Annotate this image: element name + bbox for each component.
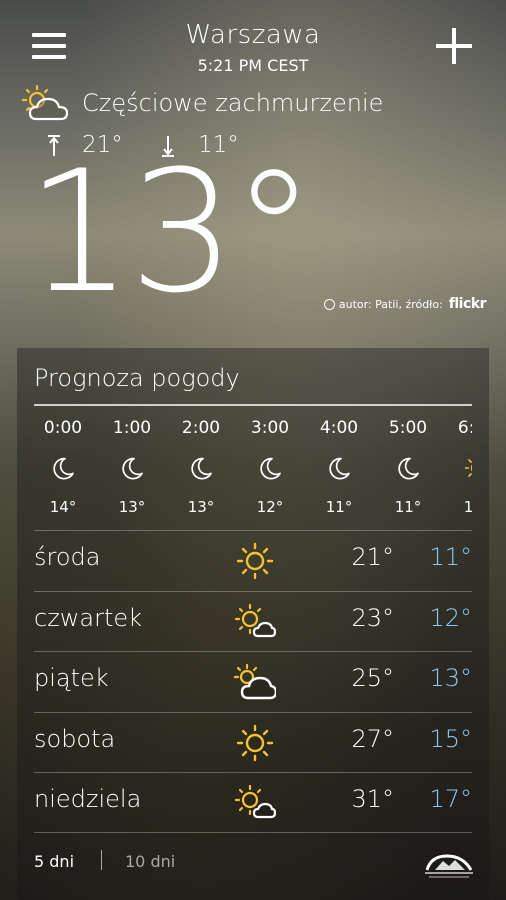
day-name: piątek — [34, 664, 109, 692]
photo-credit[interactable]: autor: Patii, źródło: flickr — [323, 296, 487, 312]
divider — [34, 404, 472, 406]
day-low-temp: 13° — [429, 664, 472, 692]
day-low-temp: 11° — [429, 543, 472, 571]
hourly-forecast-strip[interactable]: 0:00 14° 1:00 13° 2:00 13° 3:00 12° 4:00 11° 5:00 1… — [34, 410, 472, 528]
partly-cloudy-icon — [234, 784, 276, 819]
photo-credit-text: autor: Patii, źródło: — [338, 297, 443, 311]
city-name[interactable]: Warszawa — [0, 20, 506, 50]
sun-icon — [236, 542, 274, 580]
hour-label: 3:00 — [250, 418, 290, 438]
day-name: niedziela — [34, 785, 142, 813]
hour-label: 0:00 — [43, 418, 83, 438]
moon-icon — [53, 457, 74, 480]
daily-forecast-row[interactable]: czwartek 23° 12° — [34, 590, 472, 652]
plus-icon[interactable] — [436, 28, 472, 64]
day-high-temp: 23° — [351, 603, 394, 632]
hour-label: 6:00 — [457, 418, 472, 438]
condition-text: Częściowe zachmurzenie — [82, 89, 384, 117]
day-low-temp: 12° — [429, 603, 472, 632]
moon-icon — [122, 457, 143, 480]
day-low-temp: 17° — [429, 785, 472, 813]
flickr-logo: flickr — [448, 296, 487, 312]
partly-cloudy-icon — [21, 84, 69, 121]
hour-temp: 13° — [118, 498, 146, 516]
forecast-title: Prognoza pogody — [34, 364, 240, 392]
forecast-panel: Prognoza pogody 0:00 14° 1:00 13° 2:00 13° 3:0… — [17, 348, 489, 900]
hour-label: 4:00 — [319, 418, 359, 438]
day-name: czwartek — [34, 603, 143, 632]
hour-temp: 11° — [325, 498, 353, 516]
moon-icon — [191, 457, 212, 480]
partly-cloudy-icon — [234, 603, 276, 637]
hour-temp: 13° — [187, 498, 215, 516]
day-name: sobota — [34, 724, 116, 753]
day-name: środa — [34, 543, 101, 571]
hour-temp: 12° — [256, 498, 284, 516]
moon-icon — [398, 457, 419, 480]
day-high-temp: 27° — [351, 724, 394, 753]
wunderground-logo-icon[interactable] — [421, 848, 477, 882]
daily-forecast-row[interactable]: piątek 25° 13° — [34, 651, 472, 712]
moon-icon — [260, 457, 281, 480]
local-time: 5:21 PM CEST — [197, 56, 309, 75]
divider — [34, 832, 472, 833]
hour-temp: 11° — [463, 498, 472, 516]
sun-icon — [236, 724, 274, 761]
tab-5-days[interactable]: 5 dni — [34, 852, 74, 871]
tab-separator — [101, 850, 102, 870]
hour-temp: 14° — [49, 498, 77, 516]
daily-forecast-row[interactable]: środa 21° 11° — [34, 530, 472, 591]
copyright-icon — [323, 298, 335, 310]
moon-icon — [329, 457, 350, 480]
hour-label: 2:00 — [181, 418, 221, 438]
current-temperature: 13° — [26, 134, 316, 330]
hour-label: 5:00 — [388, 418, 428, 438]
cloudy-sun-icon — [234, 663, 276, 700]
day-high-temp: 21° — [351, 543, 394, 571]
daily-forecast-row[interactable]: niedziela 31° 17° — [34, 772, 472, 833]
day-high-temp: 25° — [351, 664, 394, 692]
daily-forecast-row[interactable]: sobota 27° 15° — [34, 711, 472, 773]
day-low-temp: 15° — [429, 724, 472, 753]
hour-temp: 11° — [394, 498, 422, 516]
day-high-temp: 31° — [351, 785, 394, 813]
hour-label: 1:00 — [112, 418, 152, 438]
tab-10-days[interactable]: 10 dni — [125, 852, 175, 871]
sun-icon — [464, 459, 472, 477]
